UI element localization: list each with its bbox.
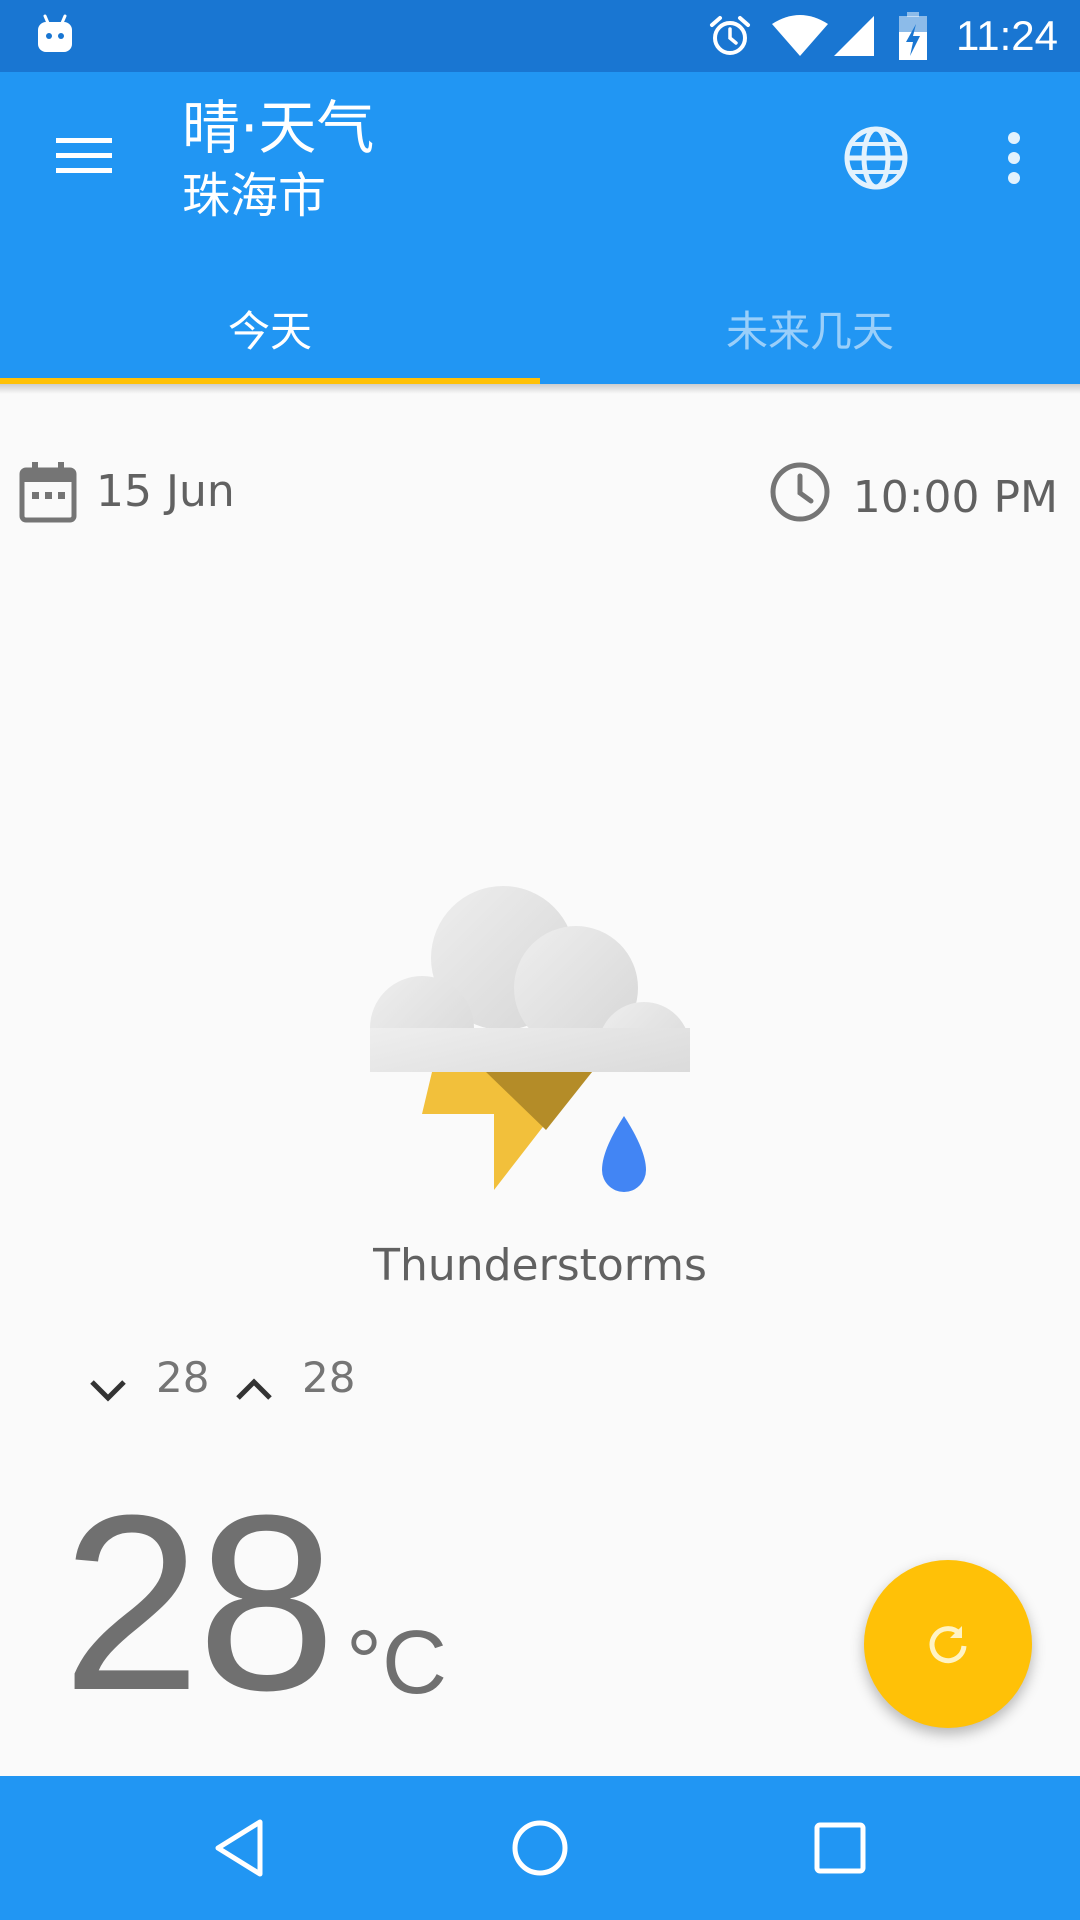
max-temp-chevron-up-icon	[236, 1378, 272, 1400]
app-bar-shadow	[0, 384, 1080, 394]
recents-icon	[814, 1822, 866, 1874]
android-robot-icon	[38, 14, 72, 52]
current-temperature: 28	[62, 1463, 336, 1742]
weather-condition: Thunderstorms	[373, 1240, 707, 1291]
alarm-icon	[710, 16, 750, 55]
menu-button[interactable]	[40, 112, 128, 200]
home-icon	[512, 1820, 568, 1876]
back-button[interactable]	[200, 1808, 280, 1888]
city-name: 珠海市	[182, 168, 327, 224]
forecast-time: 10:00 PM	[852, 472, 1058, 523]
min-temp-chevron-down-icon	[90, 1380, 126, 1402]
cell-signal-icon	[834, 16, 874, 56]
tab-forecast[interactable]: 未来几天	[540, 272, 1080, 384]
max-temp: 28	[302, 1353, 356, 1402]
clock-icon	[770, 462, 830, 522]
wifi-icon	[772, 15, 828, 56]
more-options-button[interactable]	[984, 122, 1044, 194]
globe-icon	[844, 126, 908, 190]
recents-button[interactable]	[800, 1808, 880, 1888]
globe-button[interactable]	[840, 122, 912, 194]
app-title: 晴·天气	[182, 94, 375, 162]
calendar-icon	[19, 462, 77, 523]
navigation-bar	[0, 1776, 1080, 1920]
thunderstorm-icon	[370, 886, 710, 1192]
tab-today-label: 今天	[227, 306, 312, 356]
battery-charging-icon	[899, 12, 927, 60]
tab-today[interactable]: 今天	[0, 272, 540, 384]
weather-app-screen: 11:24 晴·天气 珠海市 今天 未来几天 15 Jun 10:00 PM T…	[0, 0, 1080, 1920]
min-temp: 28	[156, 1353, 210, 1402]
app-bar: 晴·天气 珠海市 今天 未来几天	[0, 72, 1080, 384]
refresh-button[interactable]	[864, 1560, 1032, 1728]
hamburger-menu-icon	[56, 138, 112, 173]
refresh-icon	[929, 1626, 967, 1664]
status-clock: 11:24	[956, 12, 1058, 59]
status-bar: 11:24	[0, 0, 1080, 72]
more-vert-icon	[1008, 132, 1020, 184]
temperature-unit: °C	[346, 1613, 447, 1713]
forecast-date: 15 Jun	[96, 466, 235, 517]
tab-forecast-label: 未来几天	[725, 306, 894, 356]
back-icon	[215, 1819, 263, 1877]
home-button[interactable]	[500, 1808, 580, 1888]
tab-bar: 今天 未来几天	[0, 272, 1080, 384]
